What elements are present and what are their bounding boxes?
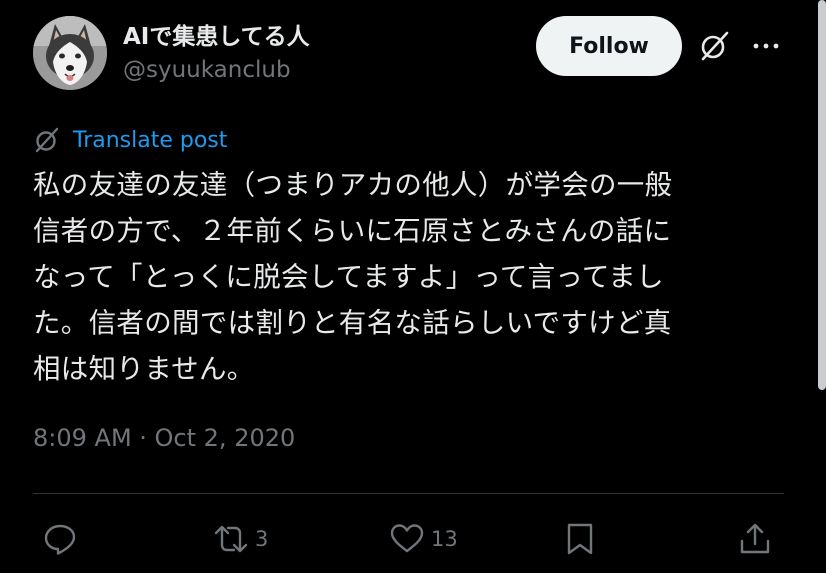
more-options-icon[interactable]	[751, 36, 781, 56]
scrollbar[interactable]	[818, 0, 826, 390]
reply-button[interactable]	[42, 517, 78, 561]
grok-icon[interactable]	[697, 29, 731, 63]
like-count: 13	[431, 527, 458, 551]
heart-icon	[390, 524, 424, 553]
translate-link[interactable]: Translate post	[73, 128, 227, 153]
share-icon	[740, 523, 770, 554]
tweet-page: AIで集患してる人 @syuukanclub Follow Translate …	[0, 0, 826, 573]
post-text-line: 相は知りません。	[33, 353, 255, 385]
translate-row[interactable]: Translate post	[33, 125, 227, 155]
follow-button[interactable]: Follow	[536, 16, 682, 76]
user-handle[interactable]: @syuukanclub	[123, 57, 291, 83]
post-text: 私の友達の友達（つまりアカの他人）が学会の一般 信者の方で、２年前くらいに石原さ…	[33, 162, 768, 392]
divider	[33, 493, 784, 494]
avatar[interactable]	[33, 16, 107, 90]
share-button[interactable]	[737, 517, 773, 561]
retweet-icon	[214, 525, 248, 553]
bookmark-button[interactable]	[562, 517, 598, 561]
post-text-line: なって「とっくに脱会してますよ」って言ってまし	[33, 261, 664, 293]
post-text-line: 信者の方で、２年前くらいに石原さとみさんの話に	[33, 215, 672, 247]
translate-icon	[35, 127, 59, 153]
bookmark-icon	[567, 523, 593, 555]
post-text-line: 私の友達の友達（つまりアカの他人）が学会の一般	[33, 169, 673, 201]
retweet-button[interactable]: 3	[213, 517, 268, 561]
reply-icon	[44, 524, 76, 555]
like-button[interactable]: 13	[389, 517, 458, 561]
display-name[interactable]: AIで集患してる人	[123, 17, 310, 51]
post-timestamp[interactable]: 8:09 AM · Oct 2, 2020	[33, 424, 295, 452]
retweet-count: 3	[255, 527, 269, 551]
post-text-line: た。信者の間では割りと有名な話らしいですけど真	[33, 307, 672, 339]
husky-avatar-icon	[33, 16, 107, 90]
